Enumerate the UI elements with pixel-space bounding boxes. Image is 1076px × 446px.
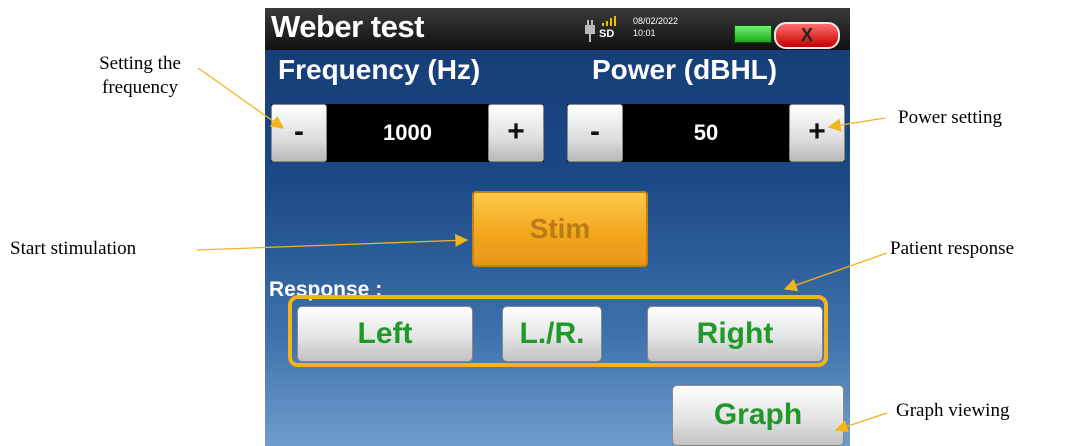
annotation-stimulation: Start stimulation [10, 238, 137, 259]
device-screen: Weber test SD 08/02/2022 10:01 X Frequen… [265, 8, 850, 446]
sd-card-label: SD [599, 28, 615, 40]
power-decrement-button[interactable]: - [567, 104, 623, 162]
response-right-button[interactable]: Right [647, 306, 823, 362]
response-button-group: Left L./R. Right [288, 295, 828, 367]
time-display: 10:01 [633, 28, 656, 38]
frequency-label: Frequency (Hz) [278, 54, 481, 85]
annotation-response: Patient response [890, 238, 1015, 259]
signal-icon [602, 16, 616, 26]
stim-button[interactable]: Stim [472, 191, 648, 267]
close-button[interactable]: X [774, 22, 840, 49]
frequency-stepper: - 1000 + [271, 104, 544, 162]
frequency-increment-button[interactable]: + [488, 104, 544, 162]
battery-icon [734, 25, 772, 43]
power-label: Power (dBHL) [592, 54, 778, 85]
annotation-frequency: Setting the frequency [70, 52, 210, 100]
frequency-value: 1000 [383, 120, 432, 145]
annotation-graph: Graph viewing [896, 400, 1010, 421]
close-icon: X [800, 25, 813, 45]
annotation-power: Power setting [898, 107, 1002, 128]
title-bar: Weber test SD 08/02/2022 10:01 X [265, 8, 850, 50]
frequency-decrement-button[interactable]: - [271, 104, 327, 162]
response-left-button[interactable]: Left [297, 306, 473, 362]
annotation-frequency-line1: Setting the [99, 53, 181, 74]
power-increment-button[interactable]: + [789, 104, 845, 162]
annotation-frequency-line2: frequency [102, 77, 178, 98]
app-title: Weber test [271, 9, 424, 44]
date-display: 08/02/2022 [633, 16, 679, 26]
power-stepper: - 50 + [567, 104, 845, 162]
power-value: 50 [693, 120, 719, 145]
plug-icon [585, 20, 595, 42]
graph-button[interactable]: Graph [672, 385, 844, 446]
response-left-right-button[interactable]: L./R. [502, 306, 602, 362]
